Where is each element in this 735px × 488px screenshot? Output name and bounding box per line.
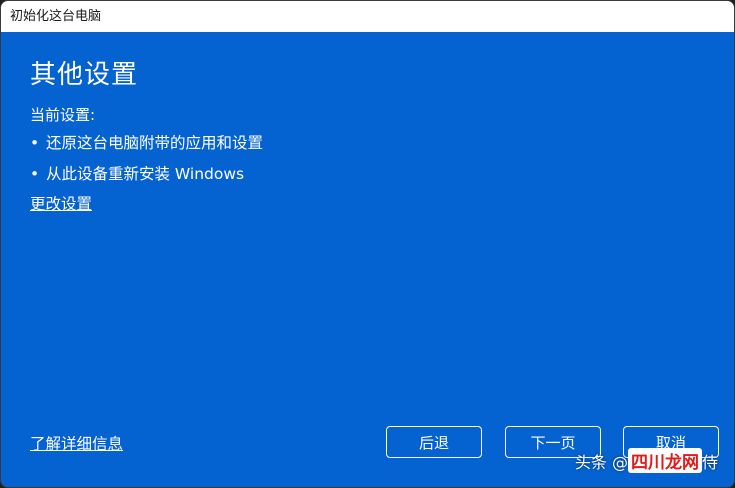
current-settings-list: • 还原这台电脑附带的应用和设置 • 从此设备重新安装 Windows: [30, 128, 263, 190]
dialog-content: 其他设置 当前设置: • 还原这台电脑附带的应用和设置 • 从此设备重新安装 Win…: [1, 32, 734, 487]
watermark: 头条 @ 四川龙网侍: [575, 448, 718, 473]
list-item: • 从此设备重新安装 Windows: [30, 159, 263, 190]
window-title: 初始化这台电脑: [1, 1, 734, 32]
watermark-badge: 四川龙网: [627, 448, 702, 473]
bullet-dot: •: [30, 134, 40, 152]
current-settings-label: 当前设置:: [30, 106, 96, 124]
page-title: 其他设置: [30, 60, 139, 90]
list-item-text: 还原这台电脑附带的应用和设置: [46, 134, 264, 152]
back-button[interactable]: 后退: [386, 426, 482, 458]
learn-more-link[interactable]: 了解详细信息: [30, 432, 123, 454]
dialog-window: 初始化这台电脑 其他设置 当前设置: • 还原这台电脑附带的应用和设置 • 从此设备…: [0, 0, 735, 488]
watermark-suffix: 侍: [701, 453, 718, 472]
change-settings-link[interactable]: 更改设置: [30, 192, 92, 214]
list-item: • 还原这台电脑附带的应用和设置: [30, 128, 263, 159]
watermark-prefix: 头条 @: [574, 453, 628, 472]
list-item-text: 从此设备重新安装 Windows: [46, 165, 245, 183]
bullet-dot: •: [30, 165, 40, 183]
